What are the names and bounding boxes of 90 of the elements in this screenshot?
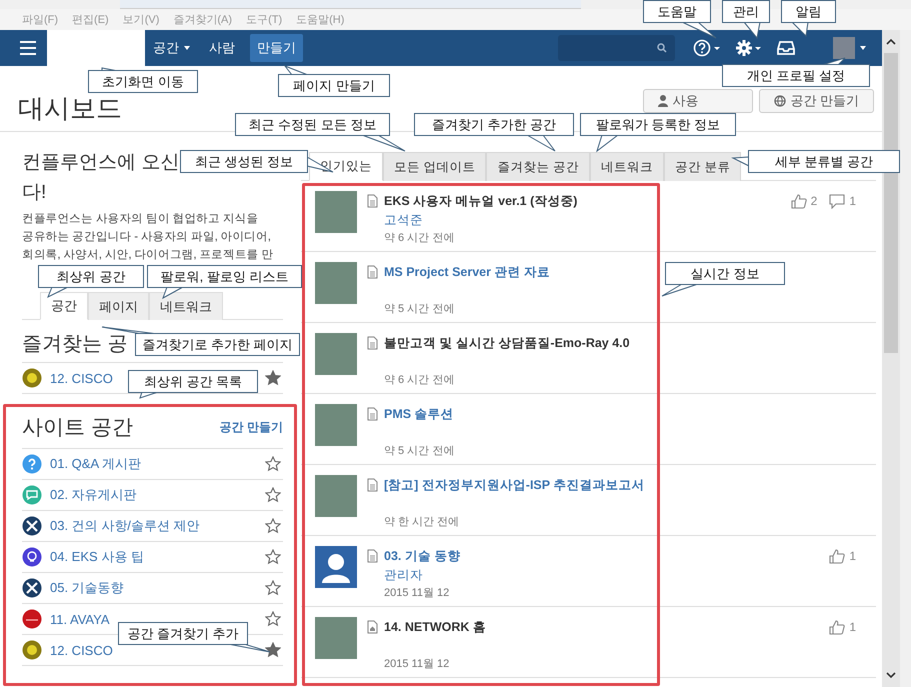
help-icon[interactable] xyxy=(693,39,721,57)
menu-item[interactable]: 파일(F) xyxy=(22,12,58,27)
page-title-link[interactable]: PMS 솔루션 xyxy=(384,406,454,422)
space-link[interactable]: 05. 기술동향 xyxy=(50,579,124,597)
page-icon xyxy=(367,478,378,492)
space-logo-icon[interactable] xyxy=(22,609,42,629)
space-logo-icon[interactable] xyxy=(22,516,42,536)
author-link[interactable]: 관리자 xyxy=(384,567,423,584)
feed-tab[interactable]: 네트워크 xyxy=(590,152,664,181)
feed-tab[interactable]: 공간 분류 xyxy=(664,152,742,181)
welcome-heading: 다! xyxy=(22,181,46,205)
header-button[interactable]: 공간 만들기 xyxy=(759,89,874,113)
caret-icon[interactable] xyxy=(860,46,866,50)
menu-item[interactable]: 보기(V) xyxy=(122,12,160,27)
comment-icon[interactable] xyxy=(829,194,846,209)
search-icon xyxy=(657,43,667,53)
timestamp: 약 6 시간 전에 xyxy=(383,373,456,387)
timestamp: 약 5 시간 전에 xyxy=(383,302,456,316)
like-count: 1 xyxy=(849,620,856,634)
space-link[interactable]: 02. 자유게시판 xyxy=(50,486,137,504)
like-count: 2 xyxy=(810,194,818,208)
scroll-up-icon[interactable] xyxy=(886,38,896,45)
caret-icon xyxy=(184,46,190,50)
space-link[interactable]: 12. CISCO xyxy=(50,642,113,658)
welcome-heading: 컨플루언스에 오신 xyxy=(22,151,180,175)
space-link[interactable]: 03. 건의 사항/솔루션 제안 xyxy=(50,517,200,535)
space-link[interactable]: 11. AVAYA xyxy=(50,612,110,626)
space-logo-icon[interactable] xyxy=(22,547,42,567)
settings-icon[interactable] xyxy=(735,39,763,57)
space-link[interactable]: 12. CISCO xyxy=(50,370,113,386)
sidebar-tab[interactable]: 페이지 xyxy=(88,292,149,320)
thumbs-up-icon[interactable] xyxy=(829,549,846,564)
space-link[interactable]: 04. EKS 사용 팁 xyxy=(50,548,144,566)
menu-item[interactable]: 도구(T) xyxy=(246,12,282,27)
menu-icon[interactable] xyxy=(20,41,36,55)
scroll-down-icon[interactable] xyxy=(886,672,896,679)
create-button[interactable]: 만들기 xyxy=(250,34,303,62)
scrollbar[interactable] xyxy=(882,30,900,687)
inbox-icon[interactable] xyxy=(777,40,795,56)
callout: 초기화면 이동 xyxy=(88,70,198,93)
page-title: 대시보드 xyxy=(18,93,122,123)
header-button[interactable]: 사용 xyxy=(643,89,754,113)
menu-item[interactable]: 도움말(H) xyxy=(296,12,344,27)
timestamp: 약 6 시간 전에 xyxy=(383,231,456,245)
timestamp: 약 한 시간 전에 xyxy=(383,515,460,529)
sidebar-tab[interactable]: 네트워크 xyxy=(149,292,223,320)
page-title-link[interactable]: EKS 사용자 메뉴얼 ver.1 (작성중) xyxy=(384,192,578,210)
thumbs-up-icon[interactable] xyxy=(790,194,807,209)
user-silhouette-icon[interactable] xyxy=(315,546,357,588)
author-link[interactable]: 고석준 xyxy=(384,212,423,229)
callout: 세부 분류별 공간 xyxy=(748,150,900,173)
space-logo-icon[interactable] xyxy=(22,578,42,598)
page-title-link[interactable]: [참고] 전자정부지원사업-ISP 추진결과보고서 xyxy=(384,476,644,494)
nav-item[interactable]: 사람 xyxy=(209,39,235,57)
page-title-link[interactable]: 14. NETWORK 홈 xyxy=(384,618,486,636)
page-title-link[interactable]: 불만고객 및 실시간 상담품질-Emo-Ray 4.0 xyxy=(384,334,630,352)
star-icon[interactable] xyxy=(265,642,281,658)
create-space-link[interactable]: 공간 만들기 xyxy=(220,418,283,436)
star-icon[interactable] xyxy=(265,580,281,596)
search-field[interactable] xyxy=(558,35,675,61)
section-heading: 사이트 공간 xyxy=(22,415,133,441)
star-icon[interactable] xyxy=(265,549,281,565)
home-page-icon xyxy=(367,620,378,634)
star-icon[interactable] xyxy=(265,456,281,472)
globe-icon xyxy=(774,95,786,107)
feed-tab[interactable]: 모든 업데이트 xyxy=(383,152,486,181)
page-icon xyxy=(367,336,378,350)
star-icon[interactable] xyxy=(265,518,281,534)
page-icon xyxy=(367,549,378,563)
comment-count: 1 xyxy=(849,194,856,208)
timestamp: 약 5 시간 전에 xyxy=(383,444,456,458)
menu-item[interactable]: 편집(E) xyxy=(72,12,109,27)
menu-item[interactable]: 즐겨찾기(A) xyxy=(173,12,232,27)
timestamp: 2015 11월 12 xyxy=(383,586,450,600)
page-title-link[interactable]: MS Project Server 관련 자료 xyxy=(384,264,550,280)
star-icon[interactable] xyxy=(265,611,281,627)
star-icon[interactable] xyxy=(265,487,281,503)
nav-item[interactable]: 공간 xyxy=(153,39,190,57)
like-count: 1 xyxy=(849,549,856,563)
feed-tab[interactable]: 즐겨찾는 공간 xyxy=(486,152,590,181)
welcome-text: 컨플루언스는 사용자의 팀이 협업하고 지식을 공유하는 공간입니다 - 사용자의 파일, 아이디어, 회의록, 사양서, 시안, 다이어그램, 프로젝트를 만 xyxy=(22,212,274,263)
person-icon xyxy=(658,95,668,107)
space-link[interactable]: 01. Q&A 게시판 xyxy=(50,455,142,473)
page-title-link[interactable]: 03. 기술 동향 xyxy=(384,548,460,564)
thumbs-up-icon[interactable] xyxy=(829,620,846,635)
page-icon xyxy=(367,407,378,421)
page-icon xyxy=(367,265,378,279)
page-icon xyxy=(367,194,378,208)
timestamp: 2015 11월 12 xyxy=(383,657,450,671)
star-icon[interactable] xyxy=(265,370,281,386)
